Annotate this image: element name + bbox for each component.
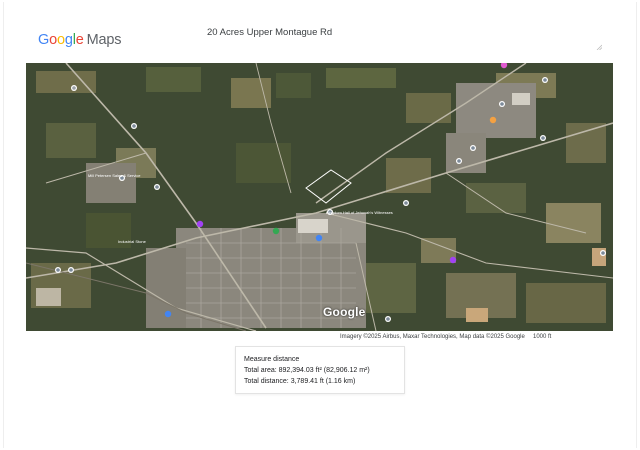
logo-maps-word: Maps: [86, 32, 122, 48]
measure-title: Measure distance: [244, 356, 300, 363]
map-label: Kingdom Hall of Jehovah's Witnesses: [326, 210, 393, 215]
satellite-map[interactable]: Mill Petersen Sales & Service Kingdom Ha…: [26, 63, 613, 331]
resize-handle-icon[interactable]: [596, 44, 602, 50]
measure-total-area: Total area: 892,394.03 ft² (82,906.12 m²…: [244, 367, 370, 374]
logo-letter: g: [64, 32, 73, 48]
map-label: Industrial Stone: [118, 239, 147, 244]
map-label: Mill Petersen Sales & Service: [88, 173, 141, 178]
map-imagery: Mill Petersen Sales & Service Kingdom Ha…: [26, 63, 613, 331]
map-scale-label[interactable]: 1000 ft: [533, 334, 551, 340]
map-attribution[interactable]: Imagery ©2025 Airbus, Maxar Technologies…: [340, 334, 525, 340]
map-google-watermark: Google: [323, 305, 366, 319]
measure-distance-card: Measure distance Total area: 892,394.03 …: [235, 346, 405, 394]
google-maps-logo[interactable]: Google Maps: [38, 31, 121, 49]
logo-letter: G: [38, 32, 50, 48]
logo-letter: e: [75, 32, 84, 48]
logo-letter: o: [56, 32, 65, 48]
logo-letter: o: [49, 32, 57, 48]
measure-total-distance: Total distance: 3,789.41 ft (1.16 km): [244, 378, 356, 385]
logo-google-letters: Google: [38, 32, 84, 48]
search-input-value[interactable]: 20 Acres Upper Montague Rd: [207, 27, 332, 38]
